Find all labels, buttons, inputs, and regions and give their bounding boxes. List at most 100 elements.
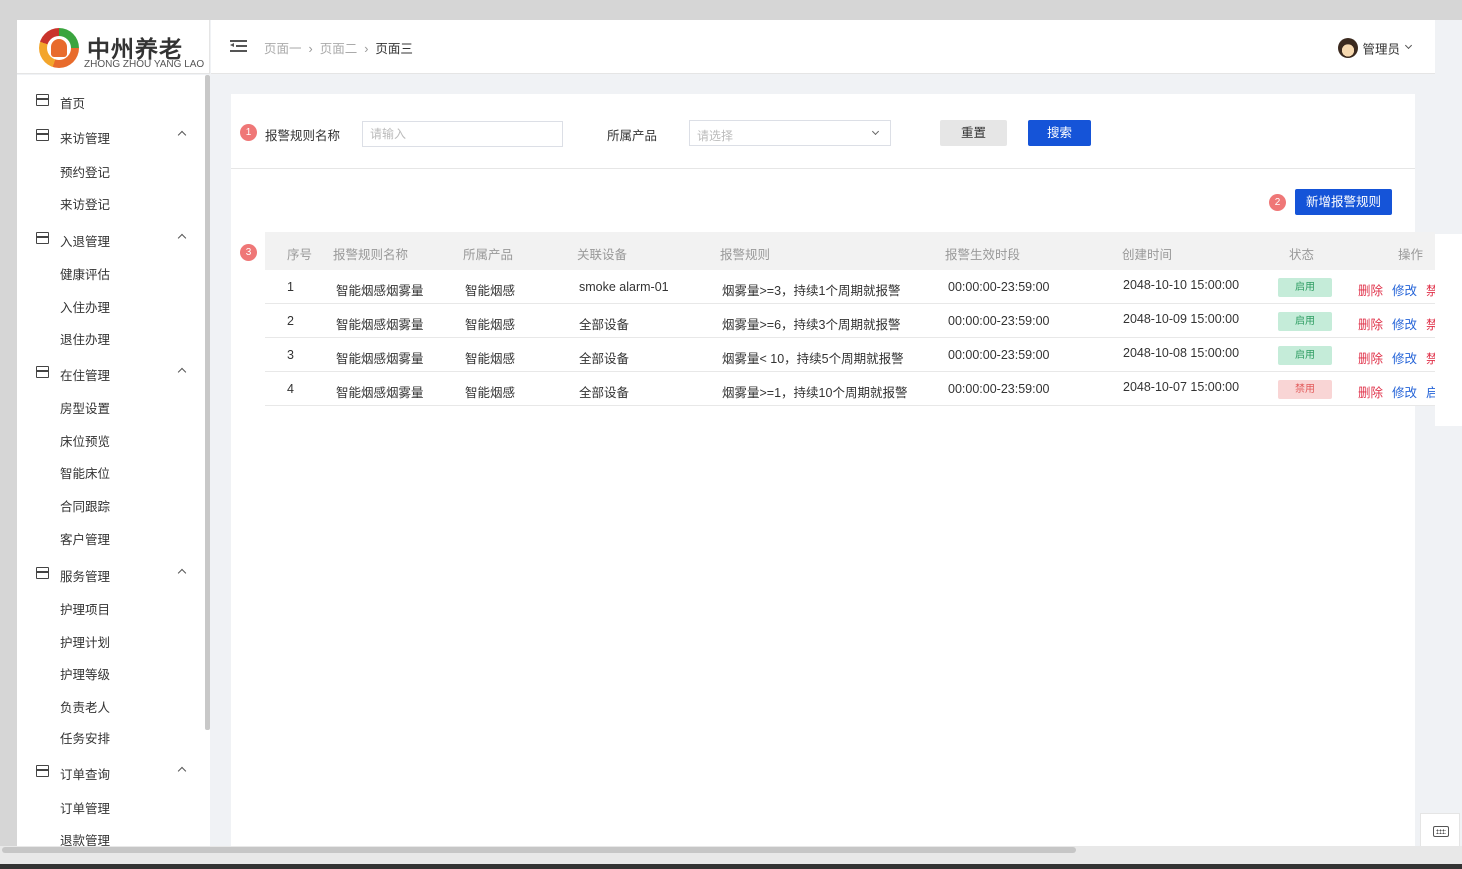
rule-name-label: 报警规则名称 [265,129,341,143]
sidebar-item[interactable]: 房型设置 [60,398,110,417]
status-badge: 启用 [1278,346,1332,365]
delete-button[interactable]: 删除 [1358,382,1383,401]
menu-list-icon [36,366,49,378]
disable-button[interactable]: 禁用 [1426,348,1435,367]
user-menu[interactable]: 管理员 [1338,38,1413,60]
logo-mark-icon [39,28,79,68]
menu-list-icon [36,232,49,244]
menu-list-icon [36,129,49,141]
step-badge: 2 [1269,194,1286,211]
cell-index: 4 [287,382,294,396]
delete-button[interactable]: 删除 [1358,280,1383,299]
status-badge: 启用 [1278,312,1332,331]
sidebar-item[interactable]: 健康评估 [60,264,110,283]
edit-button[interactable]: 修改 [1392,382,1417,401]
cell-created-time: 2048-10-07 15:00:00 [1123,380,1240,394]
chevron-down-icon [871,127,880,136]
sidebar-group-orders[interactable]: 订单查询 [17,761,205,782]
sidebar-item[interactable]: 护理计划 [60,632,110,651]
sidebar-item[interactable]: 订单管理 [60,798,110,817]
column-header: 状态 [1289,248,1315,262]
enable-button[interactable]: 启用 [1426,382,1435,401]
rule-name-input[interactable] [362,121,563,147]
sidebar-item[interactable]: 床位预览 [60,431,110,450]
status-badge: 禁用 [1278,380,1332,399]
sidebar-item[interactable]: 退款管理 [60,830,110,846]
cell-rule: 烟雾量>=3，持续1个周期就报警 [722,284,901,298]
column-header: 报警规则名称 [333,248,409,262]
table-row: 3 智能烟感烟雾量 智能烟感 全部设备 烟雾量< 10，持续5个周期就报警 00:00:0… [265,338,1435,372]
sidebar-item[interactable]: 退住办理 [60,329,110,348]
sidebar-item[interactable]: 入住办理 [60,297,110,316]
disable-button[interactable]: 禁用 [1426,280,1435,299]
cell-rule-name: 智能烟感烟雾量 [336,352,424,366]
cell-rule: 烟雾量>=1，持续10个周期就报警 [722,386,908,400]
sidebar-item[interactable]: 合同跟踪 [60,496,110,515]
chevron-up-icon [177,367,187,377]
cell-index: 2 [287,314,294,328]
sidebar-item[interactable]: 护理等级 [60,664,110,683]
delete-button[interactable]: 删除 [1358,314,1383,333]
table-row: 2 智能烟感烟雾量 智能烟感 全部设备 烟雾量>=6，持续3个周期就报警 00:00:00… [265,304,1435,338]
sidebar-item[interactable]: 护理项目 [60,599,110,618]
sidebar-scrollbar[interactable] [205,75,210,730]
sidebar-item[interactable]: 智能床位 [60,463,110,482]
sidebar-group-checkin[interactable]: 入退管理 [17,228,205,249]
table-row: 4 智能烟感烟雾量 智能烟感 全部设备 烟雾量>=1，持续10个周期就报警 00:00:0… [265,372,1435,406]
sidebar-item[interactable]: 预约登记 [60,162,110,181]
column-header: 关联设备 [577,248,628,262]
cell-created-time: 2048-10-10 15:00:00 [1123,278,1240,292]
top-header: 页面一 › 页面二 › 页面三 管理员 [211,20,1435,74]
cell-period: 00:00:00-23:59:00 [948,314,1050,328]
product-select[interactable]: 请选择 [689,120,891,146]
product-select-placeholder: 请选择 [697,129,734,143]
step-badge: 3 [240,244,257,261]
sidebar-group-service[interactable]: 服务管理 [17,563,205,584]
search-button[interactable]: 搜索 [1028,120,1091,146]
cell-product: 智能烟感 [465,386,516,400]
cell-rule: 烟雾量< 10，持续5个周期就报警 [722,352,904,366]
sidebar-group-residence[interactable]: 在住管理 [17,362,205,383]
chevron-down-icon [1404,42,1413,50]
column-header: 序号 [287,248,313,262]
logo-subtitle: ZHONG ZHOU YANG LAO [84,59,205,70]
breadcrumb-item[interactable]: 页面二 [320,42,358,56]
cell-product: 智能烟感 [465,318,516,332]
sidebar-item-home[interactable]: 首页 [17,90,205,111]
breadcrumb-item[interactable]: 页面一 [264,42,302,56]
table-row: 1 智能烟感烟雾量 智能烟感 smoke alarm-01 烟雾量>=3，持续1个周期就… [265,270,1435,304]
edit-button[interactable]: 修改 [1392,348,1417,367]
edit-button[interactable]: 修改 [1392,314,1417,333]
sidebar-item[interactable]: 客户管理 [60,529,110,548]
cell-rule-name: 智能烟感烟雾量 [336,284,424,298]
app-frame: 中州养老 ZHONG ZHOU YANG LAO 首页 来访管理 预约登记 来访… [17,20,1435,846]
edit-button[interactable]: 修改 [1392,280,1417,299]
cell-created-time: 2048-10-08 15:00:00 [1123,346,1240,360]
menu-collapse-icon[interactable] [230,40,247,52]
delete-button[interactable]: 删除 [1358,348,1383,367]
column-header: 报警生效时段 [945,248,1021,262]
menu-list-icon [36,567,49,579]
keyboard-icon[interactable] [1420,813,1460,849]
horizontal-scrollbar[interactable] [0,846,1462,869]
scrollbar-thumb[interactable] [2,847,1076,853]
sidebar-item[interactable]: 来访登记 [60,194,110,213]
menu-list-icon [36,765,49,777]
sidebar: 首页 来访管理 预约登记 来访登记 入退管理 健康评估 入住办理 退住办理 在住… [17,75,210,846]
logo: 中州养老 ZHONG ZHOU YANG LAO [17,20,210,74]
cell-device: 全部设备 [579,352,630,366]
sidebar-item[interactable]: 负责老人 [60,697,110,716]
product-label: 所属产品 [607,129,658,143]
sidebar-group-visit[interactable]: 来访管理 [17,125,205,146]
cell-rule-name: 智能烟感烟雾量 [336,318,424,332]
sidebar-item[interactable]: 任务安排 [60,728,110,747]
cell-period: 00:00:00-23:59:00 [948,382,1050,396]
add-alarm-rule-button[interactable]: 新增报警规则 [1295,189,1392,215]
disable-button[interactable]: 禁用 [1426,314,1435,333]
step-badge: 1 [240,124,257,141]
cell-index: 1 [287,280,294,294]
cell-created-time: 2048-10-09 15:00:00 [1123,312,1240,326]
page-overflow-edge [1435,20,1462,846]
cell-index: 3 [287,348,294,362]
reset-button[interactable]: 重置 [940,120,1007,146]
